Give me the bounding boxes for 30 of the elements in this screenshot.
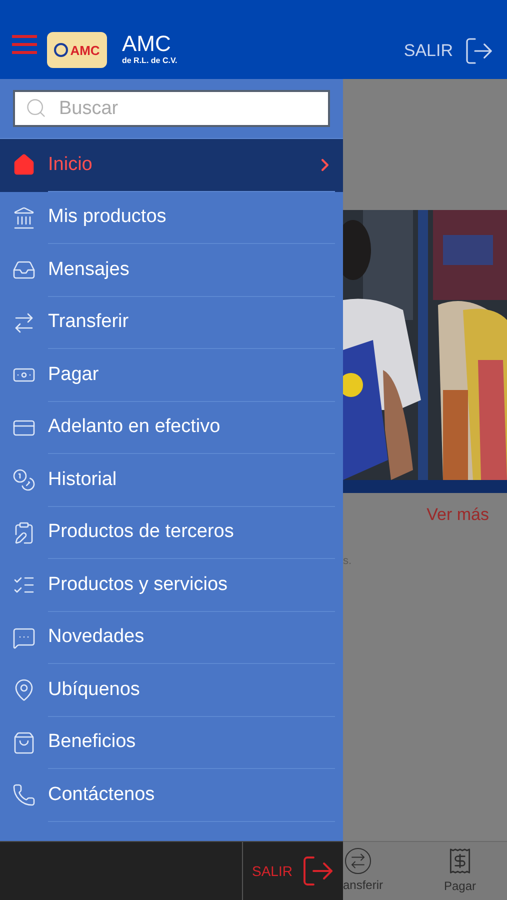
- menu-item[interactable]: Ubíquenos: [0, 664, 343, 716]
- coins-icon: [12, 468, 36, 492]
- logout-button[interactable]: SALIR: [404, 35, 495, 67]
- brand-title: AMC: [122, 33, 172, 55]
- menu-item[interactable]: Mensajes: [0, 244, 343, 296]
- menu-item[interactable]: Inicio: [0, 139, 343, 192]
- logo: AMC: [47, 32, 107, 68]
- transfer-icon: [345, 848, 371, 874]
- menu-item[interactable]: Mis productos: [0, 192, 343, 244]
- tab-item[interactable]: ansferir: [343, 842, 413, 900]
- home-icon: [12, 153, 36, 178]
- menu-icon[interactable]: [12, 35, 37, 54]
- search-field[interactable]: Buscar: [13, 90, 330, 127]
- menu-item[interactable]: Contáctenos: [0, 769, 343, 822]
- logout-button[interactable]: SALIR: [243, 842, 336, 900]
- brand-subtitle: de R.L. de C.V.: [122, 57, 178, 65]
- tab-item[interactable]: Pagar: [413, 842, 507, 900]
- menu-item[interactable]: Productos y servicios: [0, 559, 343, 612]
- chat-icon: [12, 626, 36, 650]
- menu-item[interactable]: Pagar: [0, 349, 343, 402]
- bag-icon: [12, 730, 36, 755]
- menu-item[interactable]: Beneficios: [0, 716, 343, 769]
- menu-item[interactable]: Adelanto en efectivo: [0, 402, 343, 454]
- menu-item[interactable]: Historial: [0, 454, 343, 506]
- menu-item[interactable]: Transferir: [0, 296, 343, 349]
- menu-item[interactable]: Productos de terceros: [0, 506, 343, 559]
- search-icon: [25, 97, 47, 119]
- menu-item[interactable]: Novedades: [0, 612, 343, 664]
- bank-icon: [12, 206, 36, 230]
- phone-icon: [12, 783, 36, 808]
